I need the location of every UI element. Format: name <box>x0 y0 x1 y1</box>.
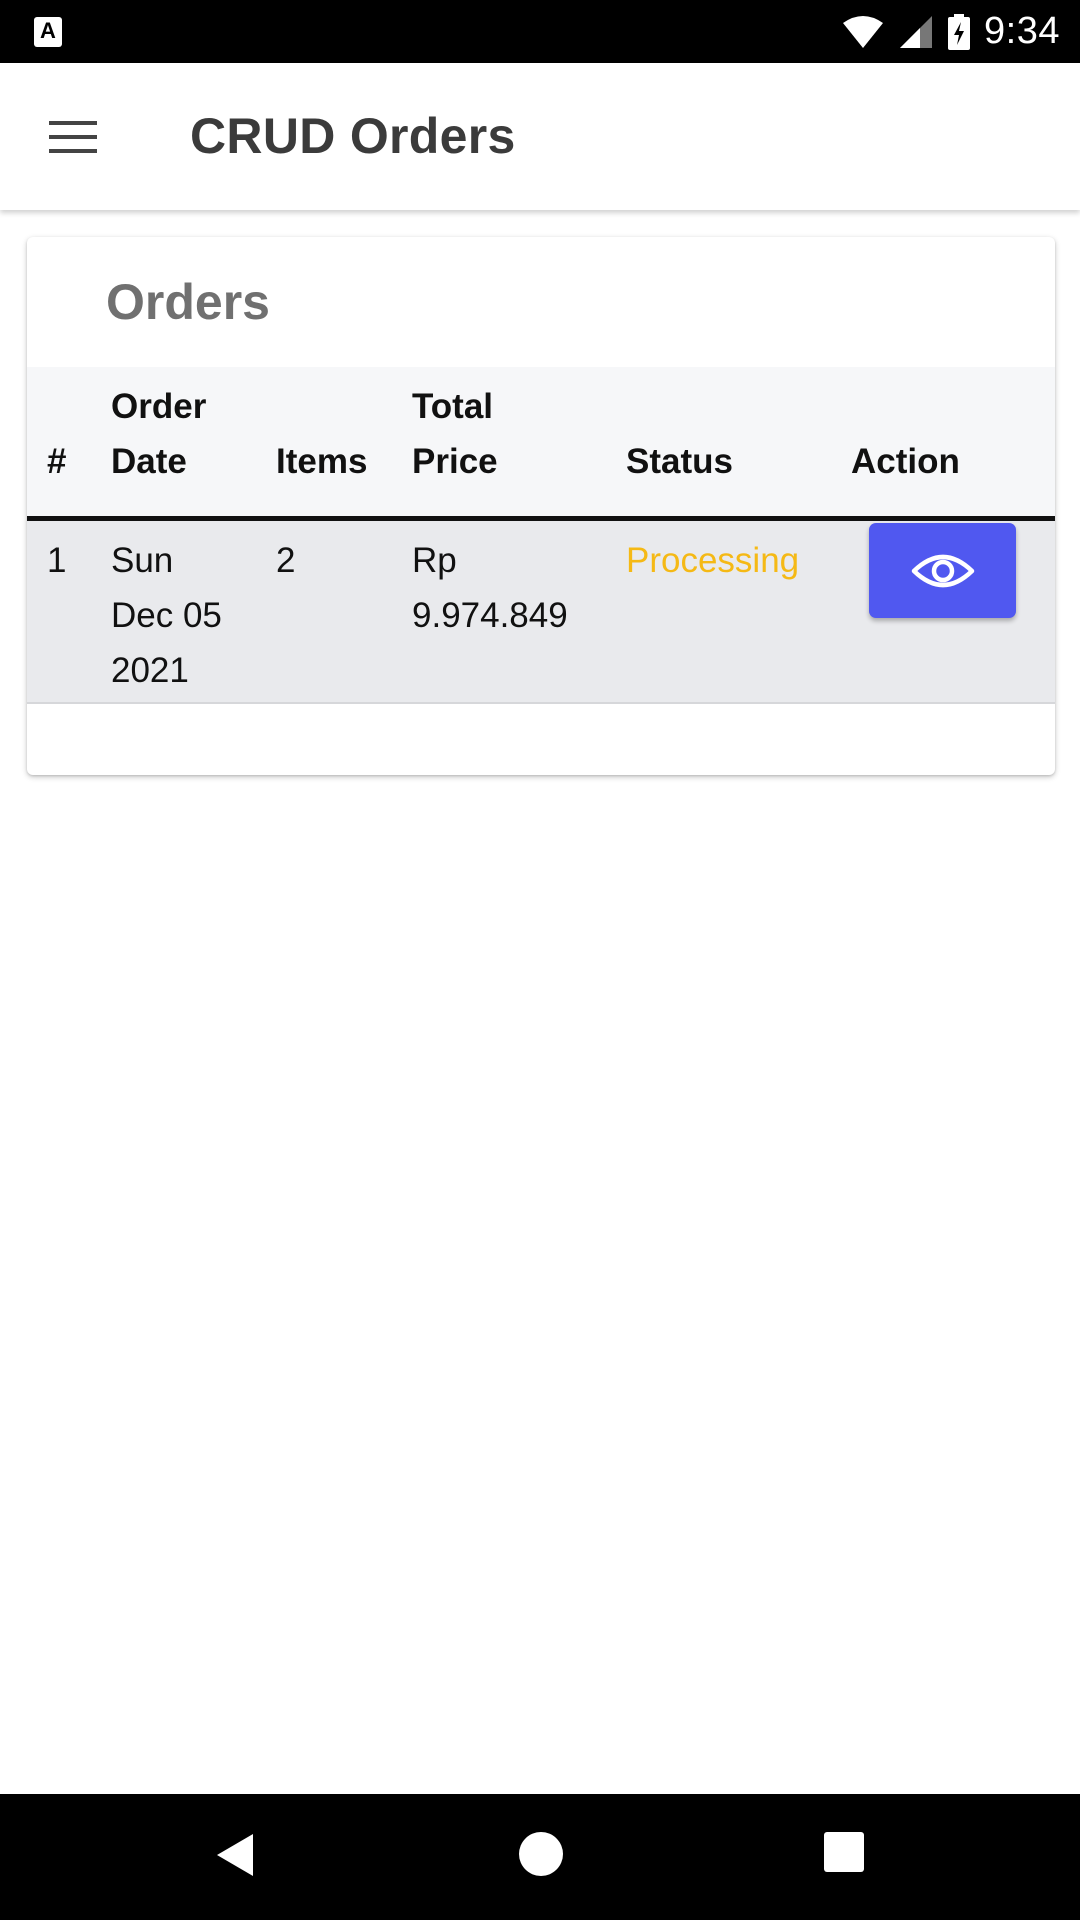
header-order-date-line2: Date <box>111 442 187 481</box>
clock: 9:34 <box>984 10 1060 52</box>
cell-price-line1: Rp <box>412 541 457 580</box>
view-order-button[interactable] <box>869 523 1016 618</box>
header-action: Action <box>851 442 960 481</box>
home-icon[interactable] <box>519 1832 563 1876</box>
menu-button[interactable] <box>38 105 108 169</box>
back-icon[interactable] <box>215 1832 255 1878</box>
orders-card: Orders # Order Date Items Total Price St… <box>27 237 1055 775</box>
cell-index: 1 <box>47 541 67 580</box>
status-icons: 9:34 <box>842 0 1060 63</box>
app-bar: CRUD Orders <box>0 63 1080 210</box>
system-nav-bar <box>0 1794 1080 1920</box>
header-status: Status <box>626 442 733 481</box>
header-index: # <box>47 442 67 481</box>
card-title: Orders <box>106 274 270 330</box>
status-bar: A 9:34 <box>0 0 1080 63</box>
battery-charging-icon <box>948 13 971 50</box>
cell-signal-icon <box>900 15 933 48</box>
cell-date-line2: Dec 05 <box>111 596 222 635</box>
header-total-price-line1: Total <box>412 387 494 426</box>
cell-price-line2: 9.974.849 <box>412 596 568 635</box>
recents-icon[interactable] <box>824 1832 864 1872</box>
header-total-price-line2: Price <box>412 442 498 481</box>
wifi-icon <box>843 15 884 48</box>
status-badge: Processing <box>626 541 800 580</box>
cell-items: 2 <box>276 541 296 580</box>
notification-app-icon: A <box>34 17 62 47</box>
hamburger-menu-icon <box>49 121 97 153</box>
table-header: # Order Date Items Total Price Status Ac… <box>27 367 1055 521</box>
eye-icon <box>911 554 974 587</box>
header-order-date-line1: Order <box>111 387 207 426</box>
header-items: Items <box>276 442 368 481</box>
cell-date-line3: 2021 <box>111 651 189 690</box>
page-title: CRUD Orders <box>190 108 516 164</box>
cell-date-line1: Sun <box>111 541 174 580</box>
